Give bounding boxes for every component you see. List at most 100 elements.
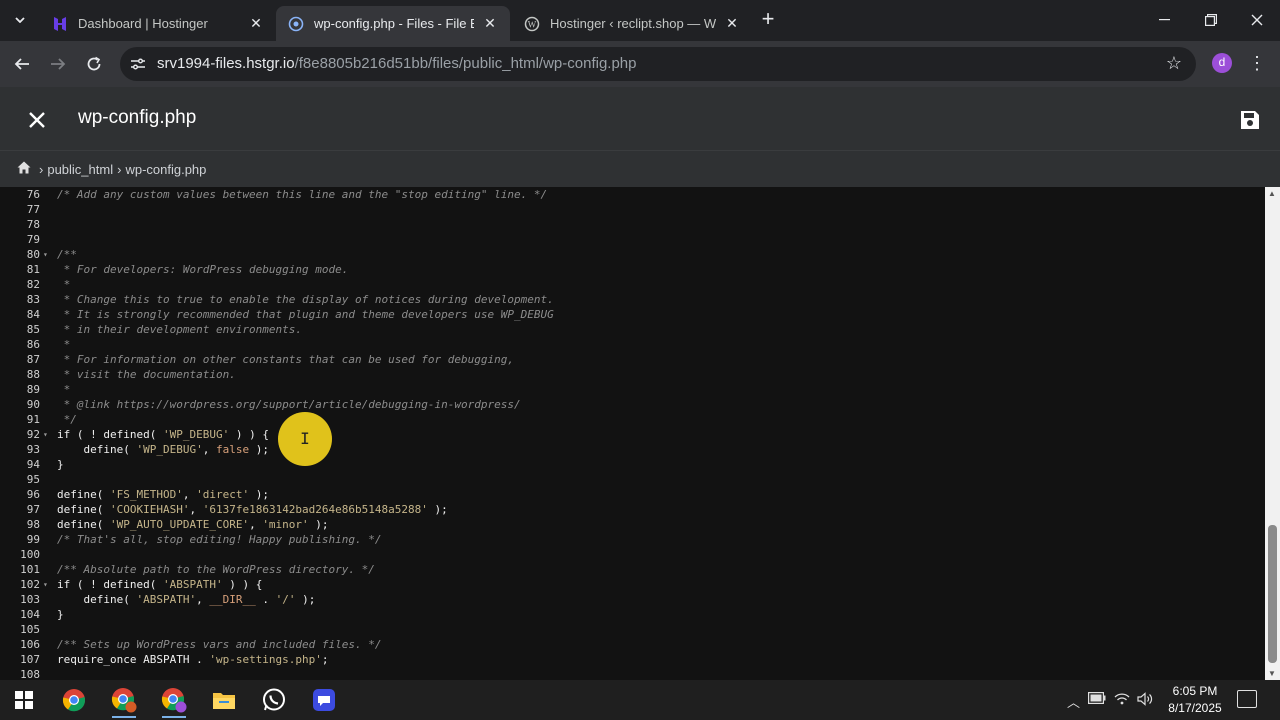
line-number: 96: [26, 488, 40, 501]
code-editor[interactable]: 76 /* Add any custom values between this …: [0, 187, 1265, 680]
battery-icon[interactable]: [1088, 692, 1106, 707]
code-text: * @link https://wordpress.org/support/ar…: [57, 398, 521, 411]
code-line[interactable]: 90 * @link https://wordpress.org/support…: [0, 397, 1265, 412]
code-line[interactable]: 92 ▾ if ( ! defined( 'WP_DEBUG' ) ) {: [0, 427, 1265, 442]
code-line[interactable]: 107 require_once ABSPATH . 'wp-settings.p…: [0, 652, 1265, 667]
code-line[interactable]: 99 /* That's all, stop editing! Happy pub…: [0, 532, 1265, 547]
code-line[interactable]: 106 /** Sets up WordPress vars and includ…: [0, 637, 1265, 652]
code-line[interactable]: 81 * For developers: WordPress debugging…: [0, 262, 1265, 277]
scroll-down-arrow-icon[interactable]: ▼: [1268, 669, 1276, 678]
home-icon[interactable]: [17, 161, 31, 177]
code-line[interactable]: 86 *: [0, 337, 1265, 352]
code-line[interactable]: 76 /* Add any custom values between this …: [0, 187, 1265, 202]
tab-hostinger-wordpress[interactable]: W Hostinger ‹ reclipt.shop — Wor ✕: [512, 6, 752, 41]
editor-scrollbar[interactable]: ▲ ▼: [1265, 187, 1280, 680]
code-text: * Change this to true to enable the disp…: [57, 293, 554, 306]
code-line[interactable]: 80 ▾ /**: [0, 247, 1265, 262]
back-button[interactable]: [8, 50, 36, 78]
code-text: define( 'ABSPATH', __DIR__ . '/' );: [57, 593, 316, 606]
tab-title: Hostinger ‹ reclipt.shop — Wor: [550, 16, 716, 31]
code-line[interactable]: 95: [0, 472, 1265, 487]
save-button[interactable]: [1238, 108, 1262, 132]
line-number: 103: [20, 593, 40, 606]
code-line[interactable]: 102 ▾ if ( ! defined( 'ABSPATH' ) ) {: [0, 577, 1265, 592]
close-editor-button[interactable]: [24, 107, 50, 133]
new-tab-button[interactable]: +: [756, 8, 780, 32]
line-number: 90: [26, 398, 40, 411]
code-line[interactable]: 83 * Change this to true to enable the d…: [0, 292, 1265, 307]
code-line[interactable]: 84 * It is strongly recommended that plu…: [0, 307, 1265, 322]
notification-center-icon[interactable]: [1237, 690, 1257, 708]
breadcrumb-current-file[interactable]: wp-config.php: [125, 162, 206, 177]
taskbar-file-explorer[interactable]: [204, 684, 244, 716]
scroll-up-arrow-icon[interactable]: ▲: [1268, 189, 1276, 198]
fold-toggle-icon[interactable]: ▾: [43, 427, 48, 442]
code-line[interactable]: 82 *: [0, 277, 1265, 292]
code-line[interactable]: 94}: [0, 457, 1265, 472]
scrollbar-thumb[interactable]: [1268, 525, 1277, 663]
browser-toolbar: srv1994-files.hstgr.io/f8e8805b216d51bb/…: [0, 41, 1280, 87]
fold-toggle-icon[interactable]: ▾: [43, 247, 48, 262]
minimize-button[interactable]: [1141, 6, 1187, 34]
code-line[interactable]: 91 */: [0, 412, 1265, 427]
code-line[interactable]: 104}: [0, 607, 1265, 622]
line-number: 102: [20, 578, 40, 591]
chevron-right-icon: ›: [39, 161, 44, 177]
code-line[interactable]: 105: [0, 622, 1265, 637]
taskbar-chrome-profile[interactable]: [104, 684, 144, 718]
code-line[interactable]: 78: [0, 217, 1265, 232]
bookmark-star-icon[interactable]: ☆: [1166, 53, 1182, 74]
breadcrumb-public-html[interactable]: public_html: [47, 162, 113, 177]
code-line[interactable]: 89 *: [0, 382, 1265, 397]
tab-hostinger-dashboard[interactable]: Dashboard | Hostinger ✕: [40, 6, 276, 41]
code-line[interactable]: 101 /** Absolute path to the WordPress di…: [0, 562, 1265, 577]
taskbar-chrome[interactable]: [54, 684, 94, 716]
whatsapp-icon: [263, 688, 285, 711]
profile-avatar[interactable]: d: [1212, 53, 1232, 73]
line-number: 94: [26, 458, 40, 471]
code-line[interactable]: 87 * For information on other constants …: [0, 352, 1265, 367]
tab-search-button[interactable]: [8, 8, 32, 32]
code-line[interactable]: 88 * visit the documentation.: [0, 367, 1265, 382]
tab-wp-config-file-browser[interactable]: wp-config.php - Files - File Brow ✕: [276, 6, 510, 41]
taskbar-chat-app[interactable]: [304, 684, 344, 716]
code-text: /**: [57, 248, 77, 261]
close-tab-icon[interactable]: ✕: [248, 15, 264, 32]
line-number: 76: [26, 188, 40, 201]
url-text: srv1994-files.hstgr.io/f8e8805b216d51bb/…: [157, 55, 637, 72]
close-tab-icon[interactable]: ✕: [482, 15, 498, 32]
taskbar-chrome-active[interactable]: [154, 684, 194, 718]
address-bar[interactable]: srv1994-files.hstgr.io/f8e8805b216d51bb/…: [120, 47, 1196, 81]
line-number: 78: [26, 218, 40, 231]
code-line[interactable]: 103 define( 'ABSPATH', __DIR__ . '/' );: [0, 592, 1265, 607]
code-line[interactable]: 77: [0, 202, 1265, 217]
fold-toggle-icon[interactable]: ▾: [43, 577, 48, 592]
code-line[interactable]: 93 define( 'WP_DEBUG', false );: [0, 442, 1265, 457]
taskbar-clock[interactable]: 6:05 PM 8/17/2025: [1162, 683, 1228, 717]
line-number: 101: [20, 563, 40, 576]
code-line[interactable]: 100: [0, 547, 1265, 562]
close-window-button[interactable]: [1234, 6, 1280, 34]
code-text: if ( ! defined( 'WP_DEBUG' ) ) {: [57, 428, 269, 441]
chevron-up-icon[interactable]: ︿: [1067, 692, 1080, 711]
chevron-right-icon: ›: [117, 161, 122, 177]
code-line[interactable]: 79: [0, 232, 1265, 247]
forward-button[interactable]: [44, 50, 72, 78]
site-info-icon[interactable]: [130, 56, 146, 72]
code-line[interactable]: 98 define( 'WP_AUTO_UPDATE_CORE', 'minor'…: [0, 517, 1265, 532]
code-line[interactable]: 97 define( 'COOKIEHASH', '6137fe1863142ba…: [0, 502, 1265, 517]
reload-button[interactable]: [80, 50, 108, 78]
code-text: *: [57, 338, 71, 351]
start-button[interactable]: [4, 684, 44, 716]
code-line[interactable]: 108: [0, 667, 1265, 680]
taskbar-whatsapp[interactable]: [254, 684, 294, 716]
chrome-profile-icon: [111, 688, 137, 713]
line-number: 91: [26, 413, 40, 426]
close-tab-icon[interactable]: ✕: [724, 15, 740, 32]
browser-menu-button[interactable]: ⋮: [1248, 51, 1266, 75]
restore-button[interactable]: [1188, 6, 1234, 34]
code-line[interactable]: 85 * in their development environments.: [0, 322, 1265, 337]
code-line[interactable]: 96 define( 'FS_METHOD', 'direct' );: [0, 487, 1265, 502]
wifi-icon[interactable]: [1114, 692, 1130, 708]
volume-icon[interactable]: [1137, 692, 1153, 709]
